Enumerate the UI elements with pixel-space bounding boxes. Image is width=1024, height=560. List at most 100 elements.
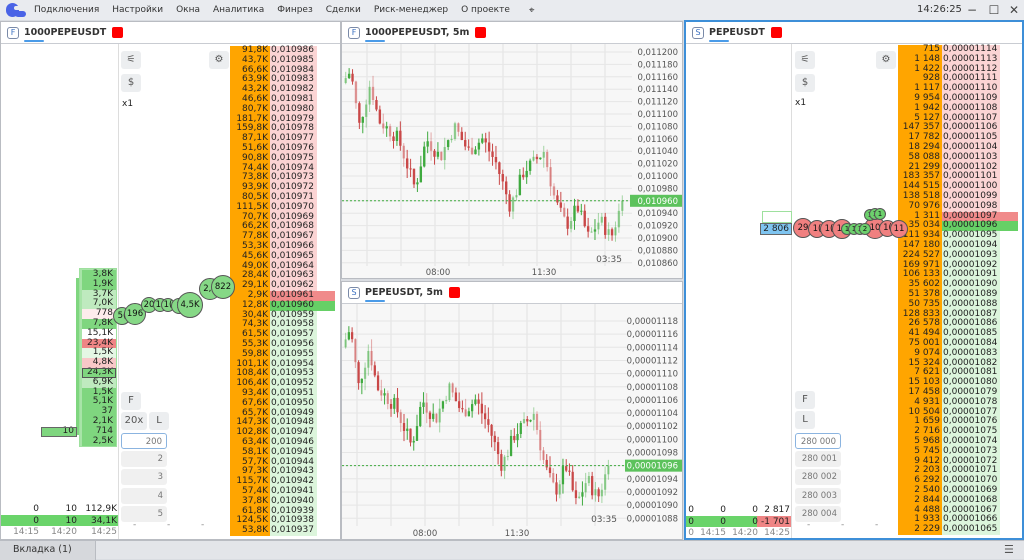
- f-button[interactable]: F: [121, 392, 141, 410]
- candle-body: [591, 476, 594, 496]
- candle-body: [503, 456, 506, 471]
- candle-body: [422, 402, 425, 407]
- time-label: 14:25: [764, 528, 790, 538]
- orderbook-bid-row[interactable]: 2 229 0,00001065: [898, 524, 1000, 535]
- candle-body: [363, 367, 367, 379]
- l-button[interactable]: L: [795, 411, 815, 429]
- candle-body: [435, 413, 438, 423]
- multiplier-label: x1: [795, 98, 807, 108]
- candle-body: [425, 402, 428, 413]
- candle-body: [552, 473, 555, 483]
- chart-settings-icon[interactable]: ⚟: [121, 51, 141, 69]
- usd-button[interactable]: $: [795, 74, 815, 92]
- menu-risk-manager[interactable]: Риск-менеджер: [374, 5, 448, 15]
- panel-title[interactable]: 1000PEPEUSDT: [24, 27, 106, 42]
- volume-input[interactable]: 280 000: [795, 433, 841, 449]
- candle-body: [581, 492, 584, 497]
- candle-body: [461, 408, 464, 410]
- candle-body: [498, 162, 501, 175]
- candle-body: [566, 216, 569, 229]
- clock: 14:26:25: [917, 4, 962, 15]
- orderbook-bid-row[interactable]: 53,8K 0,010937: [230, 525, 317, 536]
- candle-body: [378, 109, 382, 124]
- chart-settings-icon[interactable]: ⚟: [795, 51, 815, 69]
- menu-settings[interactable]: Настройки: [112, 5, 163, 15]
- menu-analytics[interactable]: Аналитика: [213, 5, 264, 15]
- volume-input[interactable]: 280 004: [795, 505, 841, 522]
- volume-input[interactable]: 280 002: [795, 469, 841, 486]
- panel-title[interactable]: 1000PEPEUSDT, 5m: [365, 27, 469, 42]
- candle-body: [621, 200, 624, 211]
- candle-body: [516, 433, 519, 441]
- volume-input[interactable]: 2: [121, 451, 167, 468]
- candle-body: [347, 73, 351, 79]
- candle-body: [559, 202, 563, 208]
- candle-body: [518, 174, 522, 196]
- stats-value: 0: [33, 516, 39, 526]
- candle-body: [443, 147, 446, 161]
- tab-workspace-1[interactable]: Вкладка (1): [0, 541, 96, 560]
- menu-about[interactable]: О проекте: [461, 5, 510, 15]
- candle-body: [361, 116, 364, 123]
- candle-body: [409, 168, 412, 170]
- maximize-icon[interactable]: ☐: [986, 2, 1002, 18]
- candle-body: [539, 429, 542, 451]
- candle-body: [571, 471, 574, 491]
- candle-body: [542, 152, 545, 158]
- panel-header: S PEPEUSDT: [686, 22, 1022, 44]
- menu-windows[interactable]: Окна: [176, 5, 200, 15]
- minimize-icon[interactable]: −: [964, 2, 980, 18]
- zoom-button[interactable]: 20x: [121, 412, 147, 430]
- panel-title[interactable]: PEPEUSDT, 5m: [365, 287, 443, 302]
- stats-value: 10: [65, 504, 77, 514]
- y-tick-label: 0,00001118: [627, 317, 678, 327]
- y-tick-label: 0,011000: [637, 172, 678, 182]
- l-button[interactable]: L: [149, 412, 169, 430]
- candle-body: [419, 166, 423, 183]
- gear-icon[interactable]: ⚙: [876, 51, 896, 69]
- usd-button[interactable]: $: [121, 74, 141, 92]
- volume-input[interactable]: 200: [121, 433, 167, 449]
- volume-input[interactable]: 280 001: [795, 451, 841, 468]
- app-logo: [6, 3, 26, 17]
- panel-title[interactable]: PEPEUSDT: [709, 27, 765, 42]
- menu-connections[interactable]: Подключения: [34, 5, 99, 15]
- volume-input[interactable]: 5: [121, 505, 167, 522]
- candle-body: [388, 126, 392, 137]
- candle-body: [600, 216, 603, 223]
- candle-body: [415, 426, 419, 441]
- stats-value: 2 817: [764, 505, 790, 515]
- gear-icon[interactable]: ⚙: [209, 51, 229, 69]
- volume-input[interactable]: 280 003: [795, 487, 841, 504]
- candle-body: [440, 151, 443, 161]
- dash-label: -: [841, 520, 845, 530]
- candlestick-chart[interactable]: 0,011200 0,011180 0,011160 0,011140 0,011120…: [342, 44, 682, 278]
- status-indicator: [448, 287, 460, 298]
- volume-input[interactable]: 3: [121, 469, 167, 486]
- candle-body: [351, 73, 354, 82]
- candle-body: [574, 490, 578, 499]
- candle-body: [446, 140, 450, 148]
- candle-body: [347, 332, 351, 340]
- panel-header: F 1000PEPEUSDT: [1, 22, 340, 44]
- candle-body: [467, 411, 471, 417]
- menu-finres[interactable]: Финрез: [277, 5, 313, 15]
- layout-menu-icon[interactable]: ☰: [1004, 543, 1014, 556]
- y-tick-label: 0,00001104: [627, 409, 678, 419]
- candle-body: [501, 174, 504, 182]
- orderbook-panel-left: F 1000PEPEUSDT ⚟ ⚙ $ x1 F 20x L 200 2 3 4 5-…: [0, 21, 341, 540]
- candle-body: [373, 365, 376, 376]
- candle-body: [370, 350, 373, 366]
- candlestick-chart[interactable]: 0,00001118 0,00001116 0,00001114 0,00001112…: [342, 304, 682, 539]
- candle-body: [406, 428, 409, 431]
- candle-body: [460, 131, 463, 141]
- dash-label: -: [807, 520, 811, 530]
- y-tick-label: 0,00001108: [627, 383, 678, 393]
- bid-price: 0,00001065: [942, 524, 1000, 535]
- close-icon[interactable]: ✕: [1006, 2, 1022, 18]
- menu-deals[interactable]: Сделки: [326, 5, 361, 15]
- unpin-icon[interactable]: ⌖: [529, 5, 535, 16]
- f-button[interactable]: F: [795, 391, 815, 409]
- cluster-cell: 2 806: [760, 223, 792, 235]
- volume-input[interactable]: 4: [121, 487, 167, 504]
